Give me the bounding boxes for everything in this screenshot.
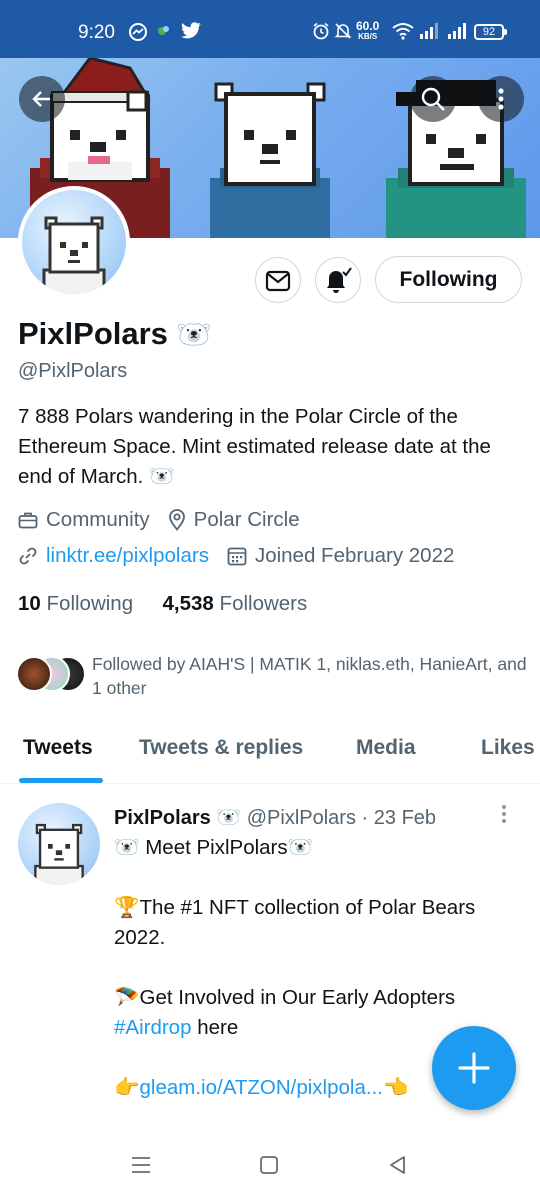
following-button[interactable]: Following <box>375 256 522 303</box>
battery-indicator: 92 <box>474 24 507 40</box>
followers-count: 4,538 <box>162 592 214 615</box>
active-tab-indicator <box>19 778 103 783</box>
tweet-author-emoji: 🐻‍❄️ <box>216 807 242 829</box>
tweet-author-handle[interactable]: @PixlPolars <box>247 807 356 829</box>
status-time: 9:20 <box>78 22 115 43</box>
recent-apps-button[interactable] <box>130 1155 152 1180</box>
profile-category: Community <box>18 508 150 532</box>
notifications-button[interactable] <box>315 257 361 303</box>
message-button[interactable] <box>255 257 301 303</box>
twitter-bird-icon <box>180 22 202 46</box>
profile-name: PixlPolars 🐻‍❄️ <box>18 316 211 352</box>
link-icon <box>19 547 37 565</box>
banner-bear-blue <box>210 82 330 238</box>
pointing-right-emoji: 👉 <box>114 1076 140 1099</box>
followed-by-text: Followed by AIAH'S | MATIK 1, niklas.eth… <box>92 654 527 698</box>
following-label: Following <box>46 592 134 615</box>
profile-avatar[interactable] <box>18 186 130 298</box>
messenger-icon <box>128 22 148 48</box>
briefcase-icon <box>18 512 38 529</box>
calendar-icon <box>227 547 247 566</box>
app-notification-icon <box>156 22 172 44</box>
wifi-icon <box>392 22 414 46</box>
following-count: 10 <box>18 592 41 615</box>
android-nav-bar <box>0 1135 540 1200</box>
profile-tabs: Tweets Tweets & replies Media Likes <box>0 714 540 784</box>
signal-icon-2 <box>446 22 468 46</box>
tab-media[interactable]: Media <box>356 736 416 760</box>
menu-lines-icon <box>132 1157 150 1173</box>
envelope-icon <box>265 270 291 292</box>
plus-icon <box>458 1052 490 1084</box>
tweet-line-3-after: here <box>191 1016 239 1039</box>
profile-website-link[interactable]: linktr.ee/pixlpolars <box>46 544 209 568</box>
profile-counts: 10 Following 4,538 Followers <box>18 592 307 616</box>
profile-joined: Joined February 2022 <box>227 544 454 568</box>
nav-back-button[interactable] <box>388 1155 408 1180</box>
profile-joined-text: Joined February 2022 <box>254 544 455 567</box>
triangle-back-icon <box>390 1156 405 1174</box>
tweet-date[interactable]: 23 Feb <box>374 807 436 829</box>
profile-handle: @PixlPolars <box>18 360 128 382</box>
airdrop-hashtag-link[interactable]: #Airdrop <box>114 1016 192 1039</box>
profile-meta-row-1: Community Polar Circle <box>18 508 318 532</box>
profile-location-text: Polar Circle <box>193 508 300 531</box>
mutual-avatar-1 <box>16 656 52 692</box>
signal-icon <box>418 22 440 46</box>
tweet-more-button[interactable] <box>500 803 520 827</box>
location-pin-icon <box>168 509 185 531</box>
polar-bear-emoji: 🐻‍❄️ <box>176 319 212 350</box>
bell-check-icon <box>327 267 352 293</box>
tweet-author-avatar[interactable] <box>18 803 100 885</box>
tab-tweets-replies[interactable]: Tweets & replies <box>139 736 303 760</box>
search-button[interactable] <box>410 76 456 122</box>
status-bar: 9:20 60.0 KB/S 92 <box>0 0 540 58</box>
profile-name-text: PixlPolars <box>18 316 168 351</box>
pointing-left-emoji: 👈 <box>382 1076 409 1099</box>
tab-tweets[interactable]: Tweets <box>23 736 93 760</box>
back-button[interactable] <box>19 76 65 122</box>
tweet-separator: · <box>361 807 369 829</box>
tab-likes[interactable]: Likes <box>481 736 535 760</box>
polar-bear-avatar-image <box>34 823 84 885</box>
profile-bio: 7 888 Polars wandering in the Polar Circ… <box>18 405 491 488</box>
more-options-button[interactable] <box>478 76 524 122</box>
polar-bear-avatar-image <box>42 216 106 294</box>
profile-location: Polar Circle <box>168 508 300 532</box>
profile-website[interactable]: linktr.ee/pixlpolars <box>18 544 209 568</box>
alarm-icon <box>312 22 330 46</box>
tweet-line-2: 🏆The #1 NFT collection of Polar Bears 20… <box>114 896 476 949</box>
gleam-link[interactable]: gleam.io/ATZON/pixlpola... <box>140 1076 383 1099</box>
tweet-line-3-text: 🪂Get Involved in Our Early Adopters <box>114 986 456 1009</box>
mute-icon <box>334 22 352 46</box>
followers-label: Followers <box>219 592 308 615</box>
following-count-link[interactable]: 10 Following <box>18 592 139 615</box>
more-vertical-icon <box>498 88 504 110</box>
profile-category-text: Community <box>46 508 150 531</box>
mutual-follower-avatars <box>14 656 88 692</box>
arrow-left-icon <box>32 91 50 107</box>
profile-meta-row-2: linktr.ee/pixlpolars Joined February 202… <box>18 544 472 568</box>
tweet-line-1: 🐻‍❄️ Meet PixlPolars🐻‍❄️ <box>114 836 314 859</box>
network-speed: 60.0 KB/S <box>356 19 380 41</box>
tweet-header: PixlPolars 🐻‍❄️ @PixlPolars · 23 Feb <box>114 805 436 830</box>
more-vertical-icon <box>502 805 506 823</box>
search-icon <box>421 87 445 111</box>
compose-tweet-button[interactable] <box>432 1026 516 1110</box>
followers-count-link[interactable]: 4,538 Followers <box>163 592 308 615</box>
tweet-author-name[interactable]: PixlPolars <box>114 807 211 829</box>
home-button[interactable] <box>259 1155 279 1180</box>
square-home-icon <box>260 1156 278 1174</box>
